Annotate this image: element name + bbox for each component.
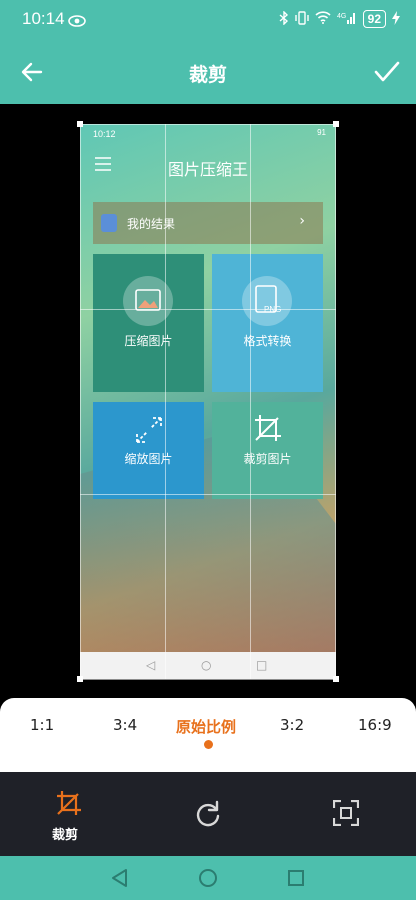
tile-label: 缩放图片 <box>124 452 173 466</box>
eye-icon <box>68 12 86 31</box>
ratio-3-4[interactable]: 3:4 <box>113 716 137 734</box>
network-label: 4G <box>337 13 346 20</box>
tile-label: 裁剪图片 <box>243 452 292 466</box>
system-nav-bar <box>0 856 416 900</box>
nav-home-icon[interactable] <box>198 868 218 892</box>
tile-convert: PNG 格式转换 <box>212 254 323 392</box>
preview-result-label: 我的结果 <box>127 217 176 231</box>
crop-canvas[interactable]: 10:12 91 图片压缩王 我的结果 › 压缩图片 PNG 格式转换 <box>0 104 416 698</box>
preview-app-title: 图片压缩王 <box>167 160 248 179</box>
check-icon[interactable] <box>374 60 400 88</box>
fit-icon[interactable] <box>332 799 360 830</box>
ratio-3-2[interactable]: 3:2 <box>280 716 304 734</box>
tile-resize: 缩放图片 <box>93 402 204 499</box>
preview-battery: 91 <box>317 128 326 137</box>
result-icon <box>101 214 117 232</box>
rotate-icon[interactable] <box>194 800 222 832</box>
resize-icon <box>135 416 163 447</box>
app-toolbar: 裁剪 <box>0 40 416 104</box>
crop-frame-top <box>80 124 336 125</box>
preview-nav-bar: ◁ ○ □ <box>80 652 336 679</box>
battery-indicator: 92 <box>362 10 386 28</box>
ratio-16-9[interactable]: 16:9 <box>358 716 392 734</box>
crop-frame-left <box>80 124 81 679</box>
tile-crop: 裁剪图片 <box>212 402 323 499</box>
wifi-icon <box>315 11 331 27</box>
tile-label: 压缩图片 <box>124 334 173 348</box>
aspect-ratio-selector: 1:1 3:4 原始比例 3:2 16:9 <box>0 698 416 772</box>
crop-icon[interactable] <box>56 790 82 820</box>
signal-icon: 4G <box>337 11 357 27</box>
preview-result-bar: 我的结果 › <box>93 202 323 244</box>
crop-grid-vertical-1 <box>165 124 166 679</box>
charging-icon <box>392 10 400 28</box>
preview-recent-icon: □ <box>256 658 268 672</box>
crop-handle-top-right[interactable] <box>333 121 339 127</box>
crop-grid-vertical-2 <box>250 124 251 679</box>
image-preview: 10:12 91 图片压缩王 我的结果 › 压缩图片 PNG 格式转换 <box>80 124 336 679</box>
ratio-original[interactable]: 原始比例 <box>176 716 236 737</box>
status-time: 10:14 <box>22 9 65 28</box>
nav-back-icon[interactable] <box>110 868 128 892</box>
crop-icon <box>254 414 282 445</box>
crop-tab-label: 裁剪 <box>52 828 79 843</box>
status-bar: 10:14 4G 92 <box>0 0 416 40</box>
tile-compress: 压缩图片 <box>93 254 204 392</box>
crop-grid-horizontal-2 <box>80 494 336 495</box>
preview-home-icon: ○ <box>201 658 212 672</box>
crop-grid-horizontal-1 <box>80 309 336 310</box>
crop-handle-bottom-left[interactable] <box>77 676 83 682</box>
tile-label: 格式转换 <box>243 334 292 348</box>
crop-frame-bottom <box>80 679 336 680</box>
page-title: 裁剪 <box>188 64 227 86</box>
selected-indicator <box>204 740 213 749</box>
preview-status-bar: 10:12 91 <box>80 124 336 144</box>
bottom-tool-bar: 裁剪 <box>0 772 416 856</box>
preview-back-icon: ◁ <box>146 658 156 672</box>
vibrate-icon <box>294 10 309 28</box>
crop-frame-right <box>335 124 336 679</box>
ratio-1-1[interactable]: 1:1 <box>30 716 54 734</box>
preview-time: 10:12 <box>93 129 116 139</box>
bluetooth-icon <box>279 9 289 28</box>
chevron-right-icon: › <box>299 213 305 229</box>
preview-header: 图片压缩王 <box>80 144 336 188</box>
nav-recents-icon[interactable] <box>287 869 305 891</box>
crop-handle-bottom-right[interactable] <box>333 676 339 682</box>
crop-handle-top-left[interactable] <box>77 121 83 127</box>
